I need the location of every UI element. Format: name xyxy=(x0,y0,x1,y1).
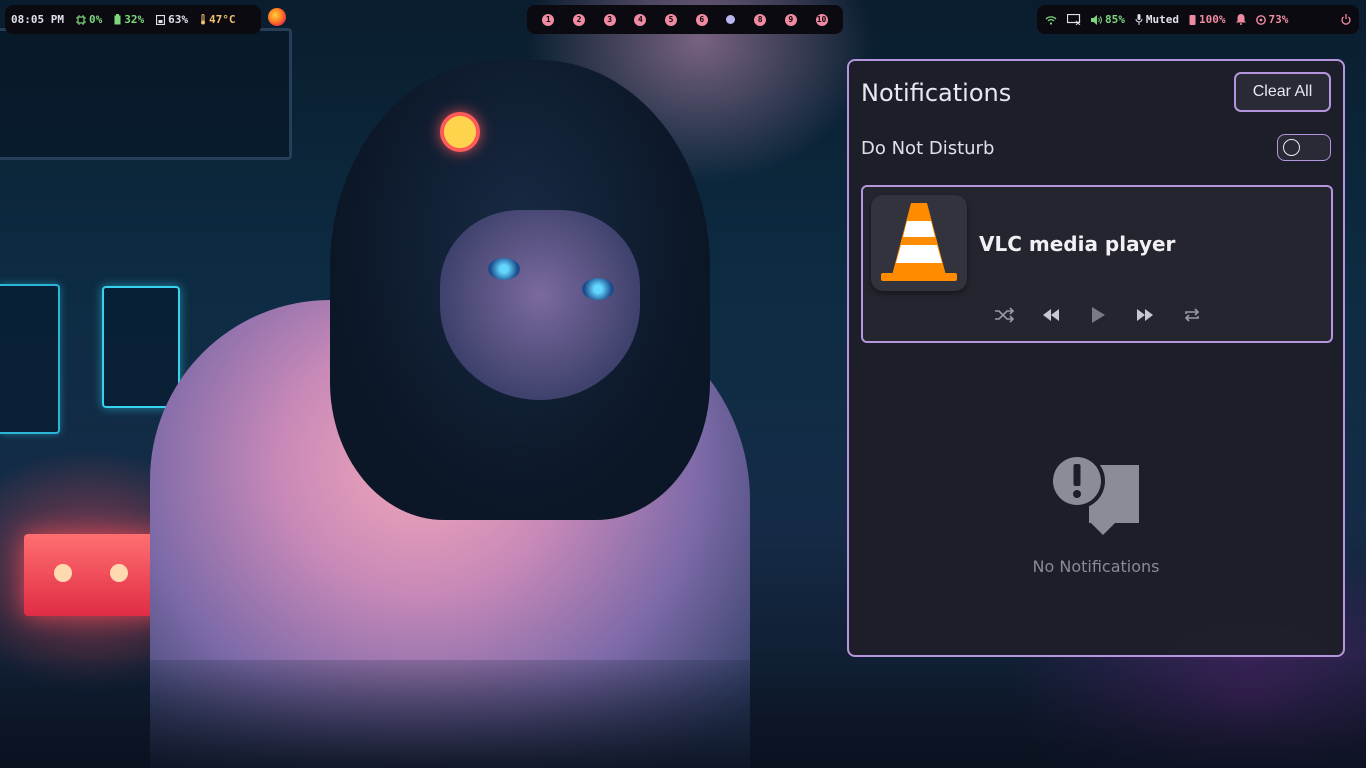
wallpaper-character-face xyxy=(440,210,640,400)
memory-widget[interactable]: 63% xyxy=(156,13,188,26)
microphone-icon xyxy=(1135,14,1143,25)
bell-icon xyxy=(1235,14,1246,25)
wifi-icon xyxy=(1045,15,1057,25)
workspace-10-button[interactable]: 10 xyxy=(815,13,828,26)
volume-icon xyxy=(1091,14,1102,25)
repeat-icon xyxy=(1184,308,1200,322)
battery-icon xyxy=(114,14,121,25)
workspace-5-button[interactable]: 5 xyxy=(665,13,678,26)
notification-center: Notifications Clear All Do Not Disturb V… xyxy=(847,59,1345,657)
brightness-value: 100% xyxy=(1199,13,1226,26)
no-notifications-icon xyxy=(1049,453,1139,537)
clock[interactable]: 08:05 PM xyxy=(11,13,64,26)
no-notifications-label: No Notifications xyxy=(1032,557,1160,576)
wallpaper-character-hoodie xyxy=(150,300,750,768)
notification-bell-widget[interactable] xyxy=(1235,14,1246,25)
disk-widget[interactable]: 73% xyxy=(1255,13,1289,26)
firefox-icon[interactable] xyxy=(268,8,286,26)
battery-widget[interactable]: 32% xyxy=(114,13,144,26)
shuffle-icon xyxy=(995,307,1014,323)
previous-icon xyxy=(1043,309,1059,321)
wallpaper-character-eye xyxy=(582,278,614,300)
media-app-name: VLC media player xyxy=(979,232,1176,256)
temperature-value: 47°C xyxy=(208,13,236,26)
wallpaper-character-eye xyxy=(488,258,520,280)
do-not-disturb-toggle[interactable] xyxy=(1277,134,1331,161)
microphone-widget[interactable]: Muted xyxy=(1135,13,1179,26)
repeat-button[interactable] xyxy=(1181,305,1203,325)
battery-value: 32% xyxy=(124,13,145,26)
workspace-2-button[interactable]: 2 xyxy=(573,13,586,26)
clear-all-button[interactable]: Clear All xyxy=(1234,72,1331,112)
brightness-icon xyxy=(1189,15,1196,25)
workspace-8-button[interactable]: 8 xyxy=(754,13,767,26)
wifi-widget[interactable] xyxy=(1045,15,1057,25)
workspace-switcher: 1 2 3 4 5 6 8 9 10 xyxy=(527,5,843,34)
brightness-widget[interactable]: 100% xyxy=(1189,13,1226,26)
workspace-7-button[interactable] xyxy=(726,15,736,24)
previous-button[interactable] xyxy=(1040,305,1062,325)
disk-value: 73% xyxy=(1268,13,1289,26)
media-player-card: VLC media player xyxy=(861,185,1333,343)
wallpaper-panel xyxy=(0,284,60,434)
next-icon xyxy=(1137,309,1153,321)
media-controls xyxy=(993,303,1203,327)
top-bar-left: 08:05 PM 0% 32% 63% 47°C xyxy=(5,5,261,34)
microphone-status: Muted xyxy=(1145,13,1179,26)
wallpaper-headphone xyxy=(440,112,480,152)
temperature-widget[interactable]: 47°C xyxy=(200,13,236,26)
workspace-9-button[interactable]: 9 xyxy=(784,13,797,26)
volume-widget[interactable]: 85% xyxy=(1091,13,1125,26)
wallpaper-lamp xyxy=(24,534,166,616)
wallpaper-panel xyxy=(102,286,180,408)
memory-icon xyxy=(156,14,166,25)
play-icon xyxy=(1092,307,1105,323)
wallpaper-shelf xyxy=(0,28,292,160)
notification-center-title: Notifications xyxy=(861,79,1012,107)
play-button[interactable] xyxy=(1087,305,1109,325)
workspace-6-button[interactable]: 6 xyxy=(695,13,708,26)
cpu-icon xyxy=(75,14,86,25)
workspace-4-button[interactable]: 4 xyxy=(634,13,647,26)
volume-value: 85% xyxy=(1105,13,1125,26)
vlc-cone-icon xyxy=(871,195,967,291)
thermometer-icon xyxy=(200,14,205,25)
next-button[interactable] xyxy=(1134,305,1156,325)
cpu-value: 0% xyxy=(88,13,103,26)
power-button[interactable] xyxy=(1341,14,1351,25)
do-not-disturb-label: Do Not Disturb xyxy=(861,138,995,159)
workspace-3-button[interactable]: 3 xyxy=(603,13,616,26)
power-icon xyxy=(1341,14,1351,25)
monitor-icon xyxy=(1067,14,1081,25)
wallpaper-character-hair xyxy=(330,60,710,520)
screen-widget[interactable] xyxy=(1067,14,1081,25)
top-bar-right: 85% Muted 100% 73% xyxy=(1037,5,1359,34)
cpu-widget[interactable]: 0% xyxy=(75,13,103,26)
memory-value: 63% xyxy=(168,13,188,26)
workspace-1-button[interactable]: 1 xyxy=(542,13,555,26)
disk-icon xyxy=(1255,14,1266,25)
shuffle-button[interactable] xyxy=(993,305,1015,325)
clock-label: 08:05 PM xyxy=(11,13,64,26)
wallpaper-desk xyxy=(0,660,1366,768)
toggle-knob xyxy=(1283,139,1300,156)
